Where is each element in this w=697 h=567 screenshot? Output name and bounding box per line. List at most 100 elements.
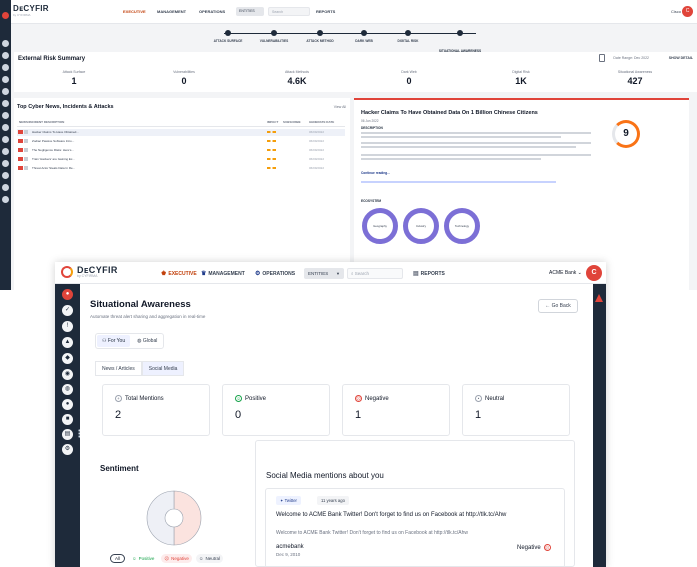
back-rail-icon[interactable] [2,52,9,59]
back-rail-icon[interactable] [2,160,9,167]
stat-card-negative[interactable]: ☹ Negative 1 [342,384,450,436]
text-line [361,158,541,160]
back-rail-icon[interactable] [2,148,9,155]
back-rail-icon[interactable] [2,184,9,191]
logo[interactable]: DᴇCYFIR by CYFIRMA [77,265,118,278]
frown-icon: ☹ [164,555,170,561]
back-stat[interactable]: Vulnerabilities 0 [129,70,239,86]
tab-news-articles[interactable]: News / Articles [95,361,142,376]
home-icon[interactable]: ● [62,289,73,300]
chevron-down-icon: ⌄ [577,270,582,276]
back-ecosystem-ring[interactable]: Industry [403,208,439,244]
text-line [361,142,591,144]
filter-neutral[interactable]: ☺ Neutral [195,554,223,563]
back-rail-icon[interactable] [2,64,9,71]
back-risk-score-gauge: 9 [612,120,640,148]
scope-for-you[interactable]: ⚇ For You [97,335,131,347]
back-rail-icon[interactable] [2,40,9,47]
back-summary-date[interactable]: Date Range: Dec 2022 [613,56,649,60]
source-tabs: News / Articles Social Media [95,361,185,376]
filter-negative[interactable]: ☹ Negative [161,554,192,563]
filter-all[interactable]: All [110,554,126,563]
back-ecosystem-ring[interactable]: Technology [444,208,480,244]
back-stat[interactable]: Digital Risk 1K [466,70,576,86]
back-nav-management[interactable]: MANAGEMENT [157,9,186,14]
sentiment-title: Sentiment [100,464,139,473]
back-rail-icon[interactable] [2,88,9,95]
back-nav-operations[interactable]: OPERATIONS [199,9,225,14]
back-stat[interactable]: Attack Methods 4.6K [242,70,352,86]
stat-card-total-mentions[interactable]: + Total Mentions 2 [102,384,210,436]
pie-slice-negative[interactable] [173,490,202,546]
table-row[interactable]: Threat Actor Steals Data In Re... 06/09/2… [17,165,345,172]
back-nav-executive[interactable]: EXECUTIVE [123,9,146,14]
stat-card-positive[interactable]: ☺ Positive 0 [222,384,330,436]
back-user-name[interactable]: Cisco [671,9,681,14]
back-show-detail-button[interactable]: SHOW DETAIL [669,56,693,60]
mention-card[interactable]: ✦ Twitter 11 years ago Welcome to ACME B… [265,488,565,567]
alert-icon[interactable]: ! [62,321,73,332]
back-nav-reports[interactable]: REPORTS [316,9,335,14]
back-avatar[interactable]: C [682,6,693,17]
back-stat[interactable]: Situational Awareness 427 [580,70,690,86]
scope-global[interactable]: ◍ Global [132,335,162,347]
settings-icon[interactable]: ⚙ [62,444,73,455]
back-rail-icon[interactable] [2,136,9,143]
sentiment-legend: All ☺ Positive ☹ Negative ☺ Neutral [110,554,223,563]
sentiment-donut-chart [146,490,202,546]
back-step[interactable]: DIGITAL RISK [380,27,436,43]
go-back-button[interactable]: ← Go Back [538,299,578,313]
back-continue-link[interactable]: Continue reading... [361,171,390,175]
back-external-risk-summary: External Risk Summary Date Range: Dec 20… [14,52,697,92]
pie-slice-neutral[interactable] [146,490,175,546]
stat-card-neutral[interactable]: • Neutral 1 [462,384,570,436]
page-subtitle: Automate threat alert sharing and aggreg… [90,314,206,319]
back-entity-select[interactable]: ENTITIES [236,7,264,16]
back-search-input[interactable]: Search [268,7,310,16]
back-rail-icon[interactable] [2,76,9,83]
logo-icon[interactable] [61,266,73,278]
entity-select[interactable]: ENTITIES ▼ [304,268,344,279]
back-rail-icon[interactable] [2,112,9,119]
warning-icon[interactable] [595,294,603,302]
back-stat[interactable]: Dark Web 0 [354,70,464,86]
nav-operations[interactable]: ⚙ OPERATIONS [255,270,295,278]
mention-author[interactable]: acmebank [276,544,304,550]
tab-social-media[interactable]: Social Media [141,361,185,376]
back-logo[interactable]: DᴇCYFIR by CYFIRMA [13,4,49,17]
back-rail-icon[interactable] [2,196,9,203]
filter-positive[interactable]: ☺ Positive [129,554,157,563]
document-icon[interactable] [599,54,605,62]
shield-icon[interactable]: ◆ [62,353,73,364]
user-icon[interactable]: ● [62,399,73,410]
avatar[interactable]: C [586,265,602,281]
back-rail-icon[interactable] [2,100,9,107]
reports-icon: ▤ [413,271,419,277]
back-rail-icon[interactable] [2,172,9,179]
right-alert-rail [593,284,606,567]
table-row[interactable]: Zodiac Passive Software Intro... 06/09/20… [17,138,345,145]
warning-icon[interactable]: ▲ [62,337,73,348]
back-view-all-link[interactable]: View All [334,105,346,109]
back-rail-icon[interactable] [2,124,9,131]
globe-icon[interactable]: ◍ [62,384,73,395]
eye-icon[interactable]: ◉ [62,369,73,380]
nav-reports[interactable]: ▤ REPORTS [413,270,445,277]
back-stat[interactable]: Attack Surface 1 [19,70,129,86]
back-ecosystem-ring[interactable]: Geography [362,208,398,244]
check-icon[interactable]: ✓ [62,305,73,316]
back-summary-title: External Risk Summary [18,56,86,62]
back-rail-icon[interactable] [2,12,9,19]
back-detail-section: DESCRIPTION [361,126,383,130]
search-input[interactable]: ⌕ Search [347,268,403,279]
table-row[interactable]: Hacker Claims To Have Obtained... 06/09/2… [17,129,345,136]
table-row[interactable]: Train 'Hackers' are Gaining Ex... 06/09/2… [17,156,345,163]
table-row[interactable]: The Negligence Risks: Here's... 06/09/202… [17,147,345,154]
page-title: Situational Awareness [90,299,191,310]
lock-icon[interactable]: ■ [62,414,73,425]
user-menu[interactable]: ACME Bank ⌄ [549,270,582,276]
nav-management[interactable]: ♛ MANAGEMENT [201,270,245,278]
top-nav-bar: DᴇCYFIR by CYFIRMA ♚ EXECUTIVE ♛ MANAGEMENT… [55,262,606,284]
report-icon[interactable]: ▤ [62,429,73,440]
nav-executive[interactable]: ♚ EXECUTIVE [161,270,197,278]
